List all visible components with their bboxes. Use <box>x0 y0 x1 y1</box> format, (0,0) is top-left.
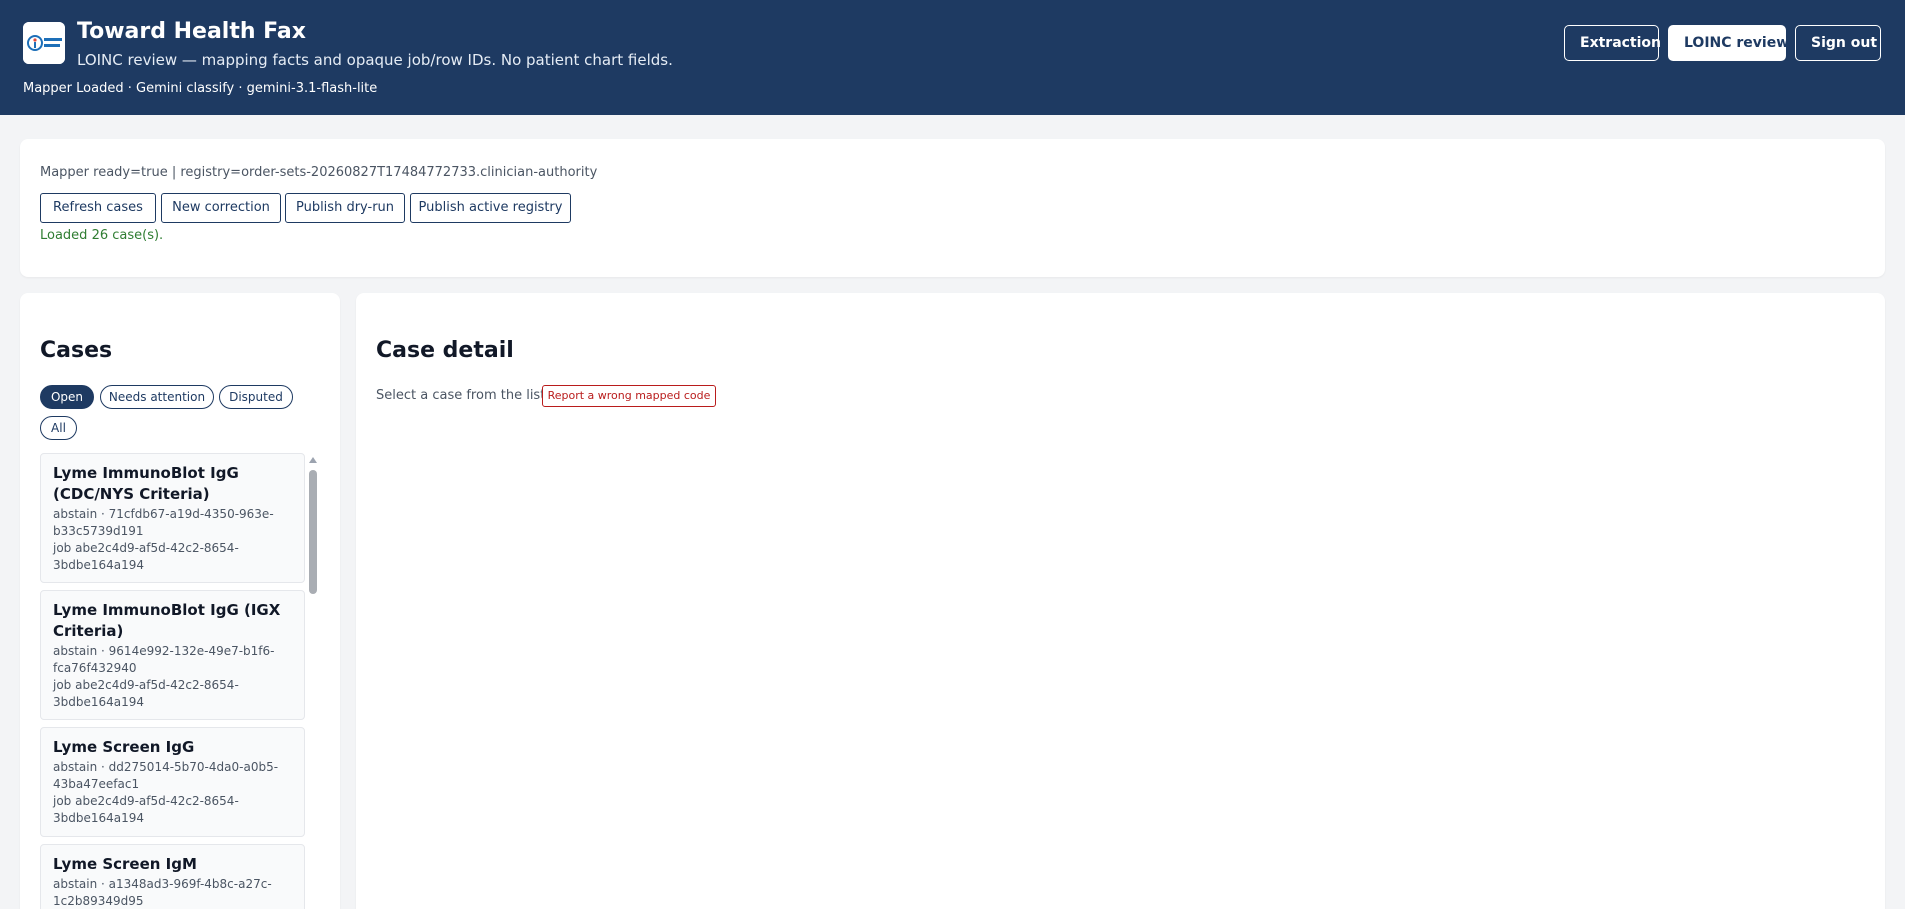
load-status-message: Loaded 26 case(s). <box>40 228 164 243</box>
logo-graphic <box>23 22 65 64</box>
new-correction-button[interactable]: New correction <box>161 193 281 223</box>
case-list[interactable]: Lyme ImmunoBlot IgG (CDC/NYS Criteria) a… <box>40 453 306 909</box>
filter-all-chip[interactable]: All <box>40 416 77 440</box>
case-job-line: 3bdbe164a194 <box>53 811 145 825</box>
app-header: Toward Health Fax LOINC review — mapping… <box>0 0 1905 115</box>
report-wrong-code-button[interactable]: Report a wrong mapped code <box>542 385 716 407</box>
case-list-item[interactable]: Lyme Screen IgM abstain · a1348ad3-969f-… <box>40 844 305 909</box>
case-status-id: abstain · 71cfdb67-a19d-4350-963e- b33c5… <box>53 506 292 540</box>
mapper-model-status: Mapper Loaded · Gemini classify · gemini… <box>23 81 378 96</box>
case-list-item[interactable]: Lyme ImmunoBlot IgG (IGX Criteria) absta… <box>40 590 305 720</box>
app-subtitle: LOINC review — mapping facts and opaque … <box>77 51 673 69</box>
sign-out-button[interactable]: Sign out <box>1795 25 1881 61</box>
case-title-line: Lyme ImmunoBlot IgG <box>53 464 239 482</box>
case-job-line: job abe2c4d9-af5d-42c2-8654- <box>53 794 239 808</box>
case-meta-line: fca76f432940 <box>53 661 137 675</box>
case-status-id: abstain · 9614e992-132e-49e7-b1f6- fca76… <box>53 643 292 677</box>
case-detail-heading: Case detail <box>376 338 514 363</box>
publish-dry-run-button[interactable]: Publish dry-run <box>285 193 405 223</box>
scrollbar-thumb[interactable] <box>309 470 317 594</box>
case-title: Lyme Screen IgM <box>53 855 197 873</box>
app-title: Toward Health Fax <box>77 19 306 44</box>
nav-loinc-review-button[interactable]: LOINC review <box>1668 25 1789 61</box>
filter-open-chip[interactable]: Open <box>40 385 94 409</box>
case-title-line: Criteria) <box>53 622 124 640</box>
nav-extraction-button[interactable]: Extraction <box>1564 25 1661 61</box>
toward-health-logo-icon <box>23 22 65 64</box>
case-meta-line: abstain · dd275014-5b70-4da0-a0b5- <box>53 760 279 774</box>
filter-disputed-chip[interactable]: Disputed <box>219 385 293 409</box>
refresh-cases-button[interactable]: Refresh cases <box>40 193 156 223</box>
case-job-line: 3bdbe164a194 <box>53 695 145 709</box>
case-list-scrollbar[interactable] <box>306 453 320 909</box>
case-title: Lyme Screen IgG <box>53 738 195 756</box>
case-meta-line: abstain · a1348ad3-969f-4b8c-a27c- <box>53 877 272 891</box>
case-meta-line: b33c5739d191 <box>53 524 144 538</box>
case-job-id: job abe2c4d9-af5d-42c2-8654- 3bdbe164a19… <box>53 677 292 711</box>
publish-active-registry-button[interactable]: Publish active registry <box>410 193 571 223</box>
case-list-item[interactable]: Lyme ImmunoBlot IgG (CDC/NYS Criteria) a… <box>40 453 305 583</box>
mapper-registry-status: Mapper ready=true | registry=order-sets-… <box>40 165 598 180</box>
case-title-line: Lyme ImmunoBlot IgG (IGX <box>53 601 281 619</box>
case-job-line: 3bdbe164a194 <box>53 558 145 572</box>
case-detail-hint: Select a case from the list. <box>376 388 550 403</box>
scroll-up-arrow-icon[interactable] <box>309 457 317 463</box>
case-job-line: job abe2c4d9-af5d-42c2-8654- <box>53 541 239 555</box>
case-meta-line: 43ba47eefac1 <box>53 777 140 791</box>
case-meta-line: abstain · 71cfdb67-a19d-4350-963e- <box>53 507 274 521</box>
case-detail-panel: Case detail Select a case from the list.… <box>356 293 1885 909</box>
case-title: Lyme ImmunoBlot IgG (CDC/NYS Criteria) <box>53 463 292 505</box>
case-title: Lyme ImmunoBlot IgG (IGX Criteria) <box>53 600 292 642</box>
cases-heading: Cases <box>40 338 113 363</box>
case-title-line: (CDC/NYS Criteria) <box>53 485 210 503</box>
case-meta-line: 1c2b89349d95 <box>53 894 144 908</box>
filter-needs-attention-chip[interactable]: Needs attention <box>100 385 214 409</box>
case-status-id: abstain · dd275014-5b70-4da0-a0b5- 43ba4… <box>53 759 292 793</box>
case-list-item[interactable]: Lyme Screen IgG abstain · dd275014-5b70-… <box>40 727 305 837</box>
case-job-id: job abe2c4d9-af5d-42c2-8654- 3bdbe164a19… <box>53 793 292 827</box>
case-job-id: job abe2c4d9-af5d-42c2-8654- 3bdbe164a19… <box>53 540 292 574</box>
case-meta-line: abstain · 9614e992-132e-49e7-b1f6- <box>53 644 275 658</box>
case-status-id: abstain · a1348ad3-969f-4b8c-a27c- 1c2b8… <box>53 876 292 909</box>
registry-toolbar-panel: Mapper ready=true | registry=order-sets-… <box>20 139 1885 277</box>
cases-panel: Cases Open Needs attention Disputed All … <box>20 293 340 909</box>
case-job-line: job abe2c4d9-af5d-42c2-8654- <box>53 678 239 692</box>
